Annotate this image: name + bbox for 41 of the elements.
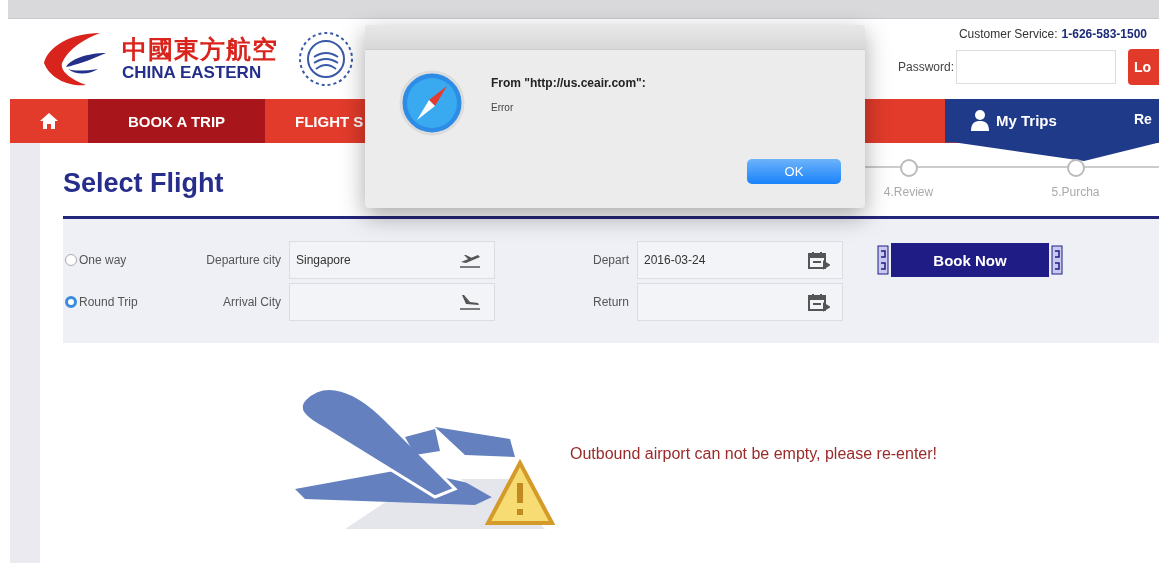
dialog-title: From "http://us.ceair.com": — [491, 76, 646, 90]
ornament-icon — [1051, 245, 1063, 275]
dialog-message: Error — [491, 102, 515, 113]
field-value: Singapore — [296, 253, 351, 267]
person-icon — [970, 109, 990, 131]
step-marker — [899, 159, 918, 177]
nav-tab[interactable]: FLIGHT S — [265, 99, 394, 143]
calendar-icon — [806, 292, 830, 312]
customer-service-label: Customer Service: — [958, 27, 1058, 41]
error-message: Outbound airport can not be empty, please re-enter! — [570, 444, 939, 464]
compass-icon — [399, 70, 465, 136]
field-label: Return — [591, 295, 630, 309]
password-label: Password: — [897, 60, 954, 74]
ornament-icon — [877, 245, 889, 275]
trip-type-radio[interactable]: One way — [65, 253, 181, 267]
landing-icon — [458, 292, 482, 312]
field-label: Departure city — [205, 253, 282, 267]
city-field[interactable] — [289, 283, 495, 321]
alliance-emblem-icon — [298, 31, 354, 87]
field-label: Arrival City — [222, 295, 282, 309]
date-field[interactable]: 2016-03-24 — [637, 241, 843, 279]
my-trips-link[interactable]: My Trips — [970, 109, 1057, 131]
logo-english-text: CHINA EASTERN — [122, 63, 263, 83]
home-icon — [39, 112, 59, 130]
page-title: Select Flight — [63, 168, 224, 199]
logo-chinese-text: 中國東方航空 — [122, 35, 278, 63]
book-now-button[interactable]: Book Now — [891, 243, 1049, 277]
phone-number: 1-626-583-1500 — [1061, 27, 1147, 41]
trip-type-radio[interactable]: Round Trip — [65, 295, 181, 309]
step-label: 5.Purcha — [1051, 185, 1100, 199]
field-value: 2016-03-24 — [644, 253, 706, 267]
date-field[interactable] — [637, 283, 843, 321]
password-field[interactable] — [956, 50, 1116, 84]
step-label: 4.Review — [883, 185, 934, 199]
field-label: Depart — [591, 253, 630, 267]
login-button[interactable]: Lo — [1128, 49, 1159, 85]
nav-tab[interactable]: BOOK A TRIP — [88, 99, 265, 143]
step-marker — [1066, 159, 1085, 177]
nav-link[interactable]: Re — [1134, 111, 1152, 127]
calendar-icon — [806, 250, 830, 270]
city-field[interactable]: Singapore — [289, 241, 495, 279]
